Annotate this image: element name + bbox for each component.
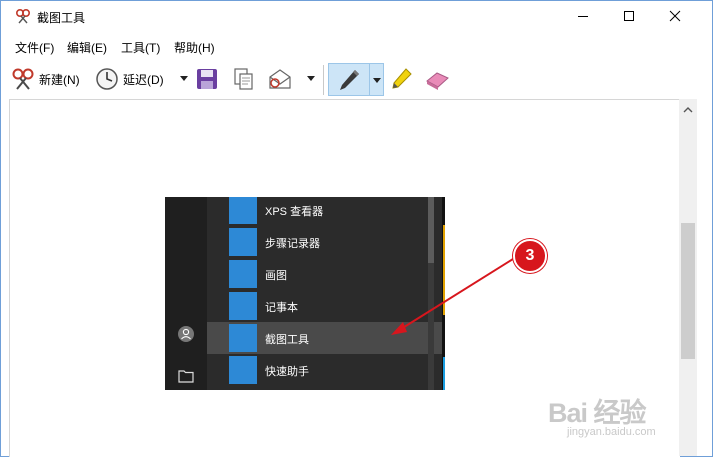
step-number-badge: 3: [513, 239, 547, 273]
snipping-tool-window: 截图工具 文件(F) 编辑(E) 工具(T) 帮助(H) 新建(N) 延迟(D)…: [0, 0, 713, 457]
watermark-logo: Bai 经验: [548, 398, 647, 428]
annotation-arrow: [391, 258, 514, 335]
watermark-url: jingyan.baidu.com: [567, 426, 656, 438]
